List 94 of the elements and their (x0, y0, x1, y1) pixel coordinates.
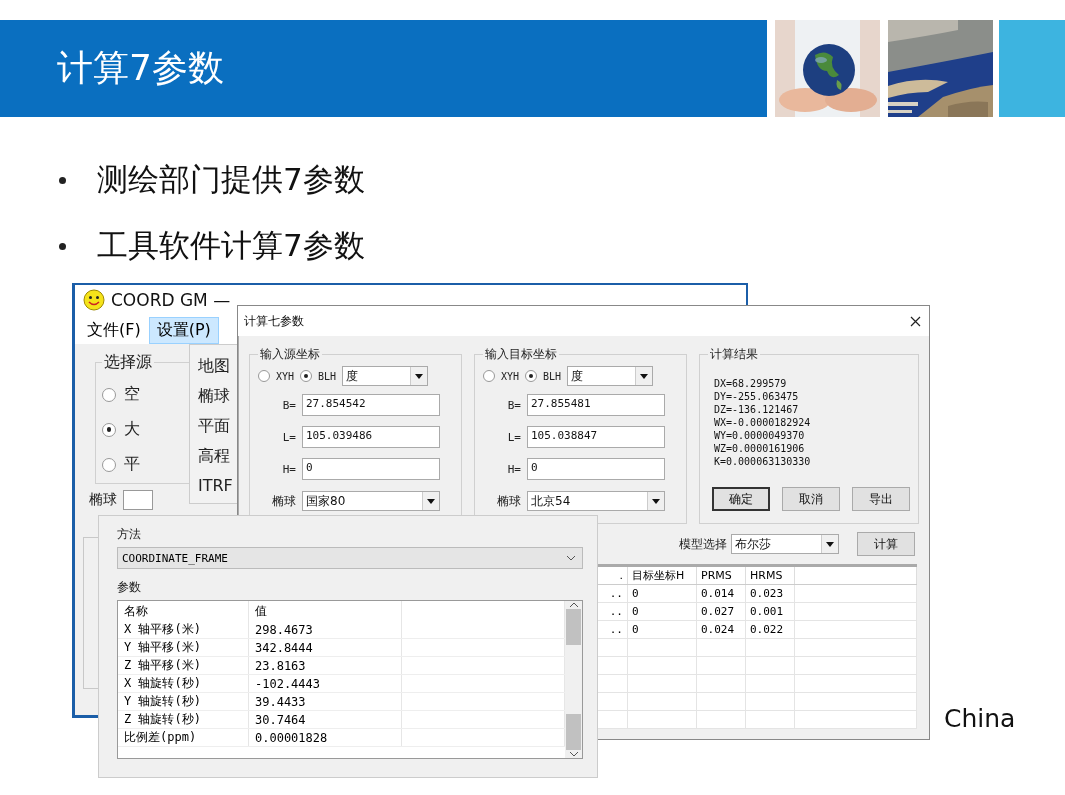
field-label: 椭球 (271, 492, 296, 510)
radio-button[interactable] (102, 387, 116, 402)
scroll-down-icon[interactable] (568, 750, 579, 758)
table-cell: 0.00001828 (248, 728, 402, 747)
table-cell: Z 轴旋转(秒) (118, 710, 249, 729)
table-cell: 23.8163 (248, 656, 402, 675)
radio-button[interactable] (525, 370, 538, 382)
method-dropdown[interactable]: COORDINATE_FRAME (117, 547, 583, 569)
ellipsoid-dropdown[interactable]: 国家80 (302, 491, 440, 511)
radio-label: 平 (124, 454, 140, 475)
dialog-button[interactable]: 取消 (782, 487, 840, 511)
table-cell: Y 轴旋转(秒) (118, 692, 249, 711)
radio-label: XYH (276, 370, 295, 382)
method-label: 方法 (117, 526, 142, 543)
column-header[interactable]: 值 (248, 601, 402, 621)
radio-label: BLH (543, 370, 562, 382)
scroll-up-icon[interactable] (568, 601, 579, 609)
unit-dropdown[interactable]: 度 (342, 366, 429, 386)
table-cell: 0 (627, 602, 697, 621)
table-cell: 0.022 (745, 620, 795, 639)
table-cell: 0.023 (745, 584, 795, 603)
table-cell: -102.4443 (248, 674, 402, 693)
table-cell: Y 轴平移(米) (118, 638, 249, 657)
ellipsoid-label: 椭球 (89, 491, 117, 509)
radio-label: 大 (124, 419, 140, 440)
table-cell: 比例差(ppm) (118, 728, 249, 747)
group-title: 计算结果 (709, 346, 759, 363)
radio-button[interactable] (483, 370, 495, 382)
dialog-title: 计算七参数 (244, 312, 304, 330)
table-cell: X 轴旋转(秒) (118, 674, 249, 693)
smiley-icon (83, 288, 105, 311)
radio-button[interactable] (258, 370, 270, 382)
ellipsoid-dropdown[interactable]: 北京54 (527, 491, 665, 511)
bullet-text: 工具软件计算7参数 (97, 226, 365, 265)
group-title: 输入目标坐标 (484, 346, 558, 363)
menu-item[interactable]: 文件(F) (79, 317, 149, 344)
field-label: H= (506, 462, 521, 476)
window-title: COORD GM — (111, 289, 231, 310)
bullet-icon (59, 242, 66, 250)
table-cell: 39.4433 (248, 692, 402, 711)
table-cell: X 轴平移(米) (118, 621, 249, 639)
input-field[interactable]: 0 (527, 458, 665, 480)
scroll-down-icon[interactable] (566, 554, 576, 562)
table-cell: 0.014 (696, 584, 746, 603)
bullet-text: 测绘部门提供7参数 (97, 160, 365, 199)
radio-label: BLH (318, 370, 337, 382)
radio-button[interactable] (300, 370, 313, 382)
radio-button[interactable] (102, 457, 116, 472)
model-label: 模型选择 (679, 535, 727, 553)
table-cell: 30.7464 (248, 710, 402, 729)
field-label: H= (281, 462, 296, 476)
radio-label: 空 (124, 384, 140, 405)
table-cell: 0.001 (745, 602, 795, 621)
scroll-thumb[interactable] (566, 714, 581, 750)
field-label: 椭球 (496, 492, 521, 510)
result-text: DX=68.299579 DY=-255.063475 DZ=-136.121467 WX=-0.0000182924 WY=0.0000049370 WZ=0.0000161906 K=0.000063130330 (713, 377, 812, 469)
field-label: B= (281, 398, 296, 412)
ellipsoid-field[interactable] (123, 490, 153, 510)
parameters-label: 参数 (117, 579, 142, 596)
field-label: L= (281, 430, 296, 444)
dialog-button[interactable]: 导出 (852, 487, 910, 511)
radio-label: XYH (501, 370, 520, 382)
calculate-button[interactable]: 计算 (857, 532, 915, 556)
field-label: B= (506, 398, 521, 412)
dialog-button[interactable]: 确定 (712, 487, 770, 511)
scrollbar[interactable] (565, 601, 582, 758)
input-field[interactable]: 0 (302, 458, 440, 480)
table-cell: 0.027 (696, 602, 746, 621)
input-field[interactable]: 105.038847 (527, 426, 665, 448)
table-cell: 342.8444 (248, 638, 402, 657)
table-cell: 0 (627, 584, 697, 603)
table-cell: 298.4673 (248, 621, 402, 639)
column-header[interactable]: HRMS (745, 565, 795, 585)
column-header[interactable]: 名称 (118, 601, 249, 621)
slide-title: 计算7参数 (57, 46, 224, 90)
table-cell: 0.024 (696, 620, 746, 639)
group-title: 选择源 (103, 352, 153, 373)
radio-button[interactable] (102, 422, 116, 437)
field-label: L= (506, 430, 521, 444)
table-cell: Z 轴平移(米) (118, 656, 249, 675)
group-title: 输入源坐标 (259, 346, 321, 363)
input-field[interactable]: 105.039486 (302, 426, 440, 448)
column-header[interactable]: 目标坐标H (627, 565, 697, 585)
close-icon[interactable] (910, 315, 921, 327)
unit-dropdown[interactable]: 度 (567, 366, 654, 386)
column-header[interactable]: PRMS (696, 565, 746, 585)
bullet-icon (59, 176, 66, 184)
logo-text: China (944, 704, 1016, 733)
menu-item[interactable]: 设置(P) (148, 317, 219, 344)
input-field[interactable]: 27.854542 (302, 394, 440, 416)
model-dropdown[interactable]: 布尔莎 (731, 534, 839, 554)
table-cell: 0 (627, 620, 697, 639)
input-field[interactable]: 27.855481 (527, 394, 665, 416)
scroll-thumb[interactable] (566, 609, 581, 645)
